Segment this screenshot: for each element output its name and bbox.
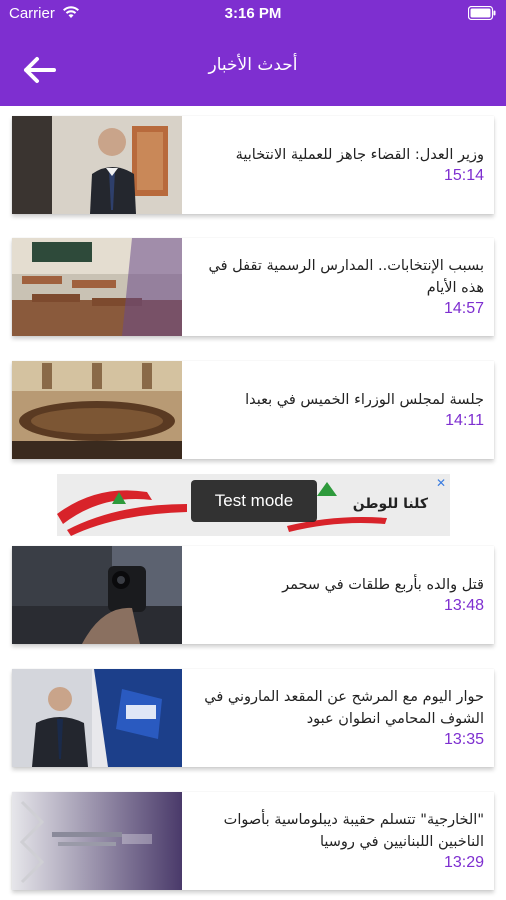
news-thumbnail — [12, 792, 182, 890]
news-item[interactable]: بسبب الإنتخابات.. المدارس الرسمية تقفل ف… — [12, 238, 494, 336]
news-headline: وزير العدل: القضاء جاهز للعملية الانتخاب… — [235, 147, 484, 163]
news-time: 15:14 — [443, 167, 484, 184]
news-headline: حوار اليوم مع المرشح عن المقعد الماروني … — [204, 689, 484, 727]
news-time: 14:11 — [445, 412, 484, 429]
app-header: Carrier 3:16 PM أحدث الأخبار — [0, 0, 506, 106]
news-time: 13:48 — [443, 597, 484, 614]
ad-close-icon[interactable]: ✕ — [434, 476, 448, 490]
status-time: 3:16 PM — [224, 5, 282, 22]
news-text: بسبب الإنتخابات.. المدارس الرسمية تقفل ف… — [188, 238, 484, 336]
news-item[interactable]: حوار اليوم مع المرشح عن المقعد الماروني … — [12, 669, 494, 767]
test-mode-badge: Test mode — [191, 480, 317, 522]
news-text: وزير العدل: القضاء جاهز للعملية الانتخاب… — [188, 116, 484, 214]
news-text: حوار اليوم مع المرشح عن المقعد الماروني … — [188, 669, 484, 767]
news-headline: قتل والده بأربع طلقات في سحمر — [282, 577, 484, 593]
news-text: جلسة لمجلس الوزراء الخميس في بعبدا 14:11 — [188, 361, 484, 459]
news-headline: "الخارجية" تتسلم حقيبة ديبلوماسية بأصوات… — [223, 812, 484, 850]
status-bar: Carrier 3:16 PM — [0, 0, 506, 28]
news-headline: جلسة لمجلس الوزراء الخميس في بعبدا — [245, 392, 484, 408]
page-title: أحدث الأخبار — [208, 55, 298, 75]
news-text: قتل والده بأربع طلقات في سحمر 13:48 — [188, 546, 484, 644]
news-thumbnail — [12, 669, 182, 767]
news-thumbnail — [12, 546, 182, 644]
news-thumbnail — [12, 116, 182, 214]
news-item[interactable]: جلسة لمجلس الوزراء الخميس في بعبدا 14:11 — [12, 361, 494, 459]
news-item[interactable]: وزير العدل: القضاء جاهز للعملية الانتخاب… — [12, 116, 494, 214]
news-headline: بسبب الإنتخابات.. المدارس الرسمية تقفل ف… — [208, 258, 484, 296]
battery-icon — [468, 6, 496, 20]
ad-slogan: كلنا للوطن — [352, 496, 428, 512]
news-item[interactable]: قتل والده بأربع طلقات في سحمر 13:48 — [12, 546, 494, 644]
news-time: 13:35 — [443, 731, 484, 748]
news-time: 13:29 — [443, 854, 484, 871]
news-item[interactable]: "الخارجية" تتسلم حقيبة ديبلوماسية بأصوات… — [12, 792, 494, 890]
news-thumbnail — [12, 361, 182, 459]
news-time: 14:57 — [443, 300, 484, 317]
news-thumbnail — [12, 238, 182, 336]
news-text: "الخارجية" تتسلم حقيبة ديبلوماسية بأصوات… — [188, 792, 484, 890]
